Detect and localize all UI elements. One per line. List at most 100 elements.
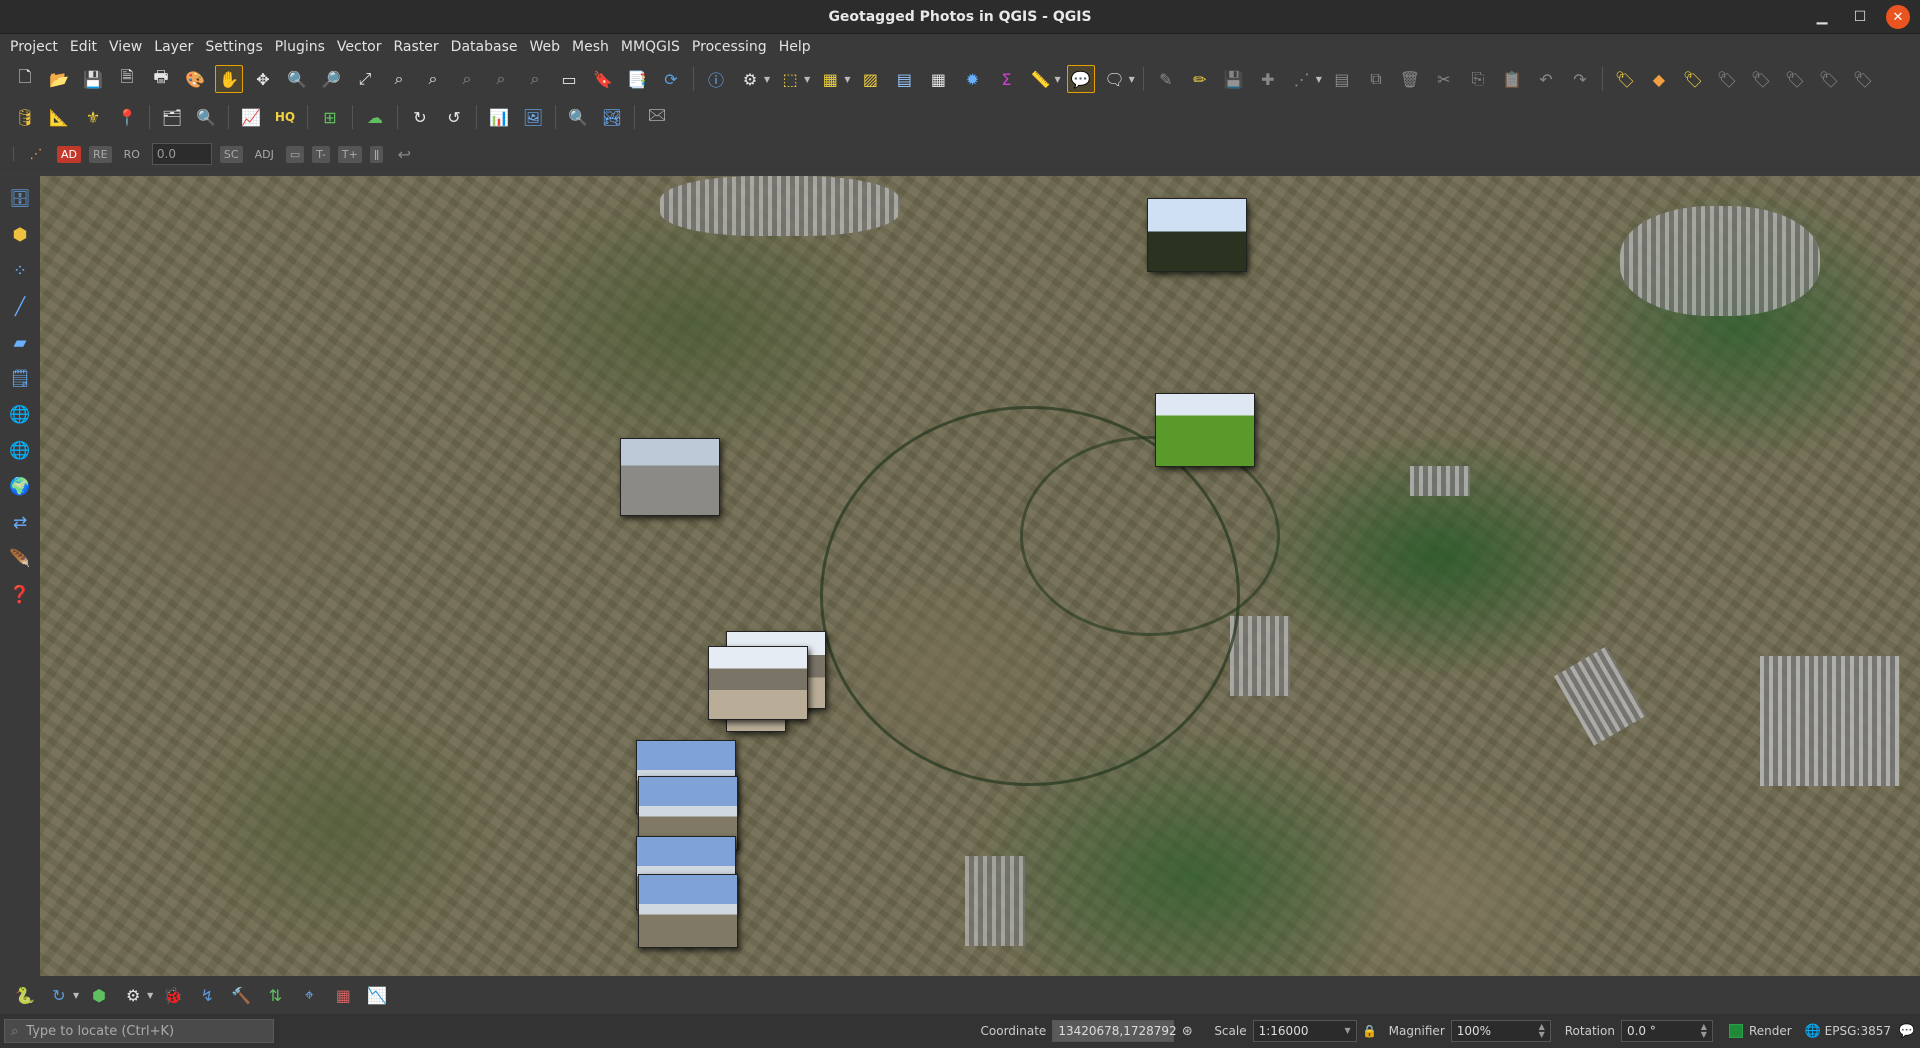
show-bookmarks-icon[interactable]: 📑 <box>623 65 651 93</box>
chevron-down-icon[interactable]: ▼ <box>73 991 79 1000</box>
data-source-manager-icon[interactable]: 🗄 <box>5 184 35 214</box>
menu-vector[interactable]: Vector <box>331 39 388 55</box>
menu-help[interactable]: Help <box>773 39 817 55</box>
statistics-icon[interactable]: Σ <box>992 65 1020 93</box>
zoom-selection-icon[interactable]: ⌕ <box>385 65 413 93</box>
add-wfs-layer-icon[interactable]: 🌐 <box>5 436 35 466</box>
chevron-down-icon[interactable]: ▼ <box>844 75 850 84</box>
save-edits-icon[interactable]: 💾 <box>1220 65 1248 93</box>
cloud-icon[interactable]: ☁ <box>361 103 389 131</box>
add-virtual-layer-icon[interactable]: ⇄ <box>5 508 35 538</box>
raster-chart-icon[interactable]: 📊 <box>485 103 513 131</box>
identify-icon[interactable]: ⓘ <box>702 65 730 93</box>
highlight-pinned-labels-icon[interactable]: 🏷 <box>1679 65 1707 93</box>
toggle-editing-icon[interactable]: ✏ <box>1186 65 1214 93</box>
distance-input[interactable]: 0.0 <box>151 143 212 165</box>
save-project-icon[interactable]: 💾 <box>79 65 107 93</box>
chevron-down-icon[interactable]: ▼ <box>1054 75 1060 84</box>
toggle-extents-icon[interactable]: ⊛ <box>1177 1017 1197 1045</box>
zoom-last-icon[interactable]: ⌕ <box>487 65 515 93</box>
heatmap-icon[interactable]: 📍 <box>113 103 141 131</box>
select-by-value-icon[interactable]: ▦ <box>816 65 844 93</box>
field-calculator-icon[interactable]: ▦ <box>924 65 952 93</box>
help-icon[interactable]: ❓ <box>5 580 35 610</box>
menu-edit[interactable]: Edit <box>64 39 103 55</box>
add-polygon-layer-icon[interactable]: ▰ <box>5 328 35 358</box>
open-project-icon[interactable]: 📂 <box>45 65 73 93</box>
menu-plugins[interactable]: Plugins <box>269 39 331 55</box>
pan-map-icon[interactable]: ✋ <box>215 65 243 93</box>
photo-marker-road-wall[interactable] <box>620 438 720 516</box>
debug-icon[interactable]: 🐞 <box>159 981 187 1009</box>
layer-labeling-icon[interactable]: ◆ <box>1645 65 1673 93</box>
ro-toggle[interactable]: RO <box>120 146 144 163</box>
menu-layer[interactable]: Layer <box>148 39 199 55</box>
redo-icon[interactable]: ↷ <box>1566 65 1594 93</box>
zoom-full-icon[interactable]: ⤢ <box>351 65 379 93</box>
pan-to-selection-icon[interactable]: ✥ <box>249 65 277 93</box>
sc-toggle[interactable]: SC <box>219 145 243 163</box>
zoom-out-icon[interactable]: 🔎 <box>317 65 345 93</box>
plugin-globe-icon[interactable]: ⬢ <box>85 981 113 1009</box>
menu-project[interactable]: Project <box>4 39 64 55</box>
copy-icon[interactable]: ⎘ <box>1464 65 1492 93</box>
menu-mmqgis[interactable]: MMQGIS <box>615 39 686 55</box>
undo-icon[interactable]: ↶ <box>1532 65 1560 93</box>
layer-settings-icon[interactable]: 🗂 <box>158 103 186 131</box>
construction-toggle[interactable]: ǁ <box>369 145 384 163</box>
add-spatialite-icon[interactable]: 🪶 <box>5 544 35 574</box>
zoom-layer-icon[interactable]: ⌕ <box>419 65 447 93</box>
lock-scale-icon[interactable]: 🔒 <box>1360 1017 1380 1045</box>
deselect-icon[interactable]: ▨ <box>856 65 884 93</box>
hq-icon[interactable]: HQ <box>271 103 299 131</box>
chevron-down-icon[interactable]: ▼ <box>1344 1027 1350 1035</box>
processing-toolbox-icon[interactable]: ✹ <box>958 65 986 93</box>
snapping-icon[interactable]: ⋰ <box>22 140 50 168</box>
locator-input[interactable] <box>26 1023 257 1039</box>
photo-import-icon[interactable]: 🏞 <box>598 103 626 131</box>
add-csv-layer-icon[interactable]: 🗒 <box>5 364 35 394</box>
scale-field[interactable]: 1:16000 ▼ <box>1252 1020 1357 1042</box>
print-layout-icon[interactable]: 🖶 <box>147 65 175 93</box>
messages-icon[interactable]: 💬 <box>1897 1017 1917 1045</box>
image-viewer-icon[interactable]: 🖼 <box>519 103 547 131</box>
tplus-button[interactable]: T+ <box>337 145 362 163</box>
current-edits-icon[interactable]: ✎ <box>1152 65 1180 93</box>
crs-icon[interactable]: 🌐 <box>1804 1017 1822 1045</box>
plugin-chart-icon[interactable]: 📉 <box>363 981 391 1009</box>
save-as-icon[interactable]: 🗎 <box>113 65 141 93</box>
menu-database[interactable]: Database <box>445 39 524 55</box>
chevron-down-icon[interactable]: ▼ <box>1316 75 1322 84</box>
modify-attributes-icon[interactable]: ▤ <box>1328 65 1356 93</box>
profile-tool-icon[interactable]: 📈 <box>237 103 265 131</box>
add-wms-layer-icon[interactable]: 🌐 <box>5 400 35 430</box>
chevron-down-icon[interactable]: ▼ <box>147 991 153 1000</box>
zoom-in-icon[interactable]: 🔍 <box>283 65 311 93</box>
locator-bar[interactable] <box>4 1019 274 1043</box>
add-point-layer-icon[interactable]: ⁘ <box>5 256 35 286</box>
zoom-next-icon[interactable]: ⌕ <box>521 65 549 93</box>
photo-marker-dry-land[interactable] <box>708 646 808 720</box>
parallel-toggle[interactable]: ▭ <box>285 145 305 163</box>
menu-web[interactable]: Web <box>523 39 566 55</box>
magnifier-field[interactable]: 100% ▲ ▼ <box>1450 1020 1551 1042</box>
refresh-icon[interactable]: ⟳ <box>657 65 685 93</box>
style-manager-icon[interactable]: 🎨 <box>181 65 209 93</box>
plugin-sync-icon[interactable]: ⇅ <box>261 981 289 1009</box>
chevron-down-icon[interactable]: ▼ <box>804 75 810 84</box>
measure-icon[interactable]: 📏 <box>1026 65 1054 93</box>
select-features-icon[interactable]: ⬚ <box>776 65 804 93</box>
render-checkbox[interactable] <box>1728 1024 1743 1038</box>
menu-mesh[interactable]: Mesh <box>566 39 615 55</box>
spatial-query-icon[interactable]: ⚜ <box>79 103 107 131</box>
label-toolbar-icon[interactable]: 🏷 <box>1611 65 1639 93</box>
database-icon[interactable]: 🛢 <box>11 103 39 131</box>
new-map-view-icon[interactable]: ▭ <box>555 65 583 93</box>
georeferencer-icon[interactable]: 📐 <box>45 103 73 131</box>
adj-toggle[interactable]: ADJ <box>251 146 278 163</box>
actions-icon[interactable]: ⚙ <box>736 65 764 93</box>
rotation-field[interactable]: 0.0 ° ▲ ▼ <box>1620 1020 1713 1042</box>
photo-marker-field-trees[interactable] <box>1147 198 1247 272</box>
add-feature-icon[interactable]: ✚ <box>1254 65 1282 93</box>
photo-marker-green-field[interactable] <box>1155 393 1255 467</box>
